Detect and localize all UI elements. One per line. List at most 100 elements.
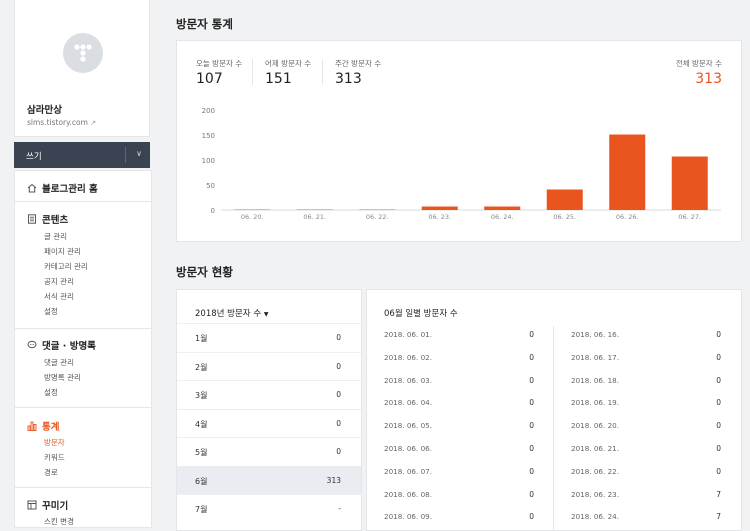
caret-down-icon[interactable]: ▼: [264, 311, 269, 318]
daily-row: 2018. 06. 03. 0: [384, 370, 534, 392]
daily-count: 0: [529, 352, 534, 362]
daily-panel: 06월 일별 방문자 수 2018. 06. 01. 0 2018. 06. 02.…: [366, 289, 742, 531]
write-label[interactable]: 쓰기: [26, 150, 42, 162]
daily-date: 2018. 06. 24.: [571, 512, 620, 522]
x-tick-label: 06. 23.: [428, 213, 451, 221]
daily-row: 2018. 06. 05. 0: [384, 415, 534, 437]
menu-home-label[interactable]: 블로그관리 홈: [42, 181, 98, 195]
x-tick-label: 06. 25.: [553, 213, 576, 221]
daily-date: 2018. 06. 17.: [571, 352, 620, 362]
bar[interactable]: [296, 209, 333, 210]
daily-date: 2018. 06. 03.: [384, 375, 433, 385]
daily-date: 2018. 06. 09.: [384, 512, 433, 522]
month-row[interactable]: 5월 0: [177, 437, 361, 466]
menu-skin-change[interactable]: 스킨 변경: [44, 516, 74, 527]
menu-comments[interactable]: 댓글 · 방명록: [27, 338, 96, 352]
menu-comments-label[interactable]: 댓글 · 방명록: [42, 338, 96, 352]
daily-date: 2018. 06. 18.: [571, 375, 620, 385]
menu-page-manage[interactable]: 페이지 관리: [44, 246, 81, 257]
daily-count: 0: [529, 444, 534, 453]
month-row[interactable]: 6월 313: [177, 465, 361, 495]
bar[interactable]: [234, 209, 271, 210]
month-row[interactable]: 7월 -: [177, 494, 361, 523]
daily-row: 2018. 06. 24. 7: [571, 506, 721, 528]
month-row[interactable]: 2월 0: [177, 351, 361, 381]
chevron-down-icon[interactable]: ∨: [136, 149, 142, 158]
month-label: 3월: [195, 391, 208, 400]
x-tick-label: 06. 20.: [241, 213, 264, 221]
comment-icon: [27, 340, 37, 350]
menu-keywords[interactable]: 키워드: [44, 452, 65, 463]
avatar[interactable]: [63, 33, 103, 73]
sidebar: 삼라만상 slms.tistory.com ↗ 쓰기 ∨ 블로그관리 홈 콘텐츠…: [14, 0, 152, 528]
daily-title: 06월 일별 방문자 수: [384, 309, 458, 319]
menu-content-label[interactable]: 콘텐츠: [42, 212, 68, 226]
blog-name[interactable]: 삼라만상: [27, 102, 62, 116]
daily-date: 2018. 06. 19.: [571, 398, 620, 408]
daily-count: 0: [529, 375, 534, 385]
x-tick-label: 06. 21.: [303, 213, 326, 221]
y-tick-label: 150: [202, 132, 215, 140]
menu-content[interactable]: 콘텐츠: [27, 212, 68, 226]
menu-decorate[interactable]: 꾸미기: [27, 498, 68, 512]
x-tick-label: 06. 24.: [491, 213, 514, 221]
daily-date: 2018. 06. 23.: [571, 489, 620, 499]
daily-row: 2018. 06. 21. 0: [571, 438, 721, 460]
year-dropdown[interactable]: 2018년 방문자 수 ▼: [195, 307, 268, 319]
divider: [15, 487, 151, 488]
menu-guestbook-manage[interactable]: 방명록 관리: [44, 372, 81, 383]
month-row[interactable]: 4월 0: [177, 408, 361, 438]
menu-category-manage[interactable]: 카테고리 관리: [44, 261, 88, 272]
menu-stats-label[interactable]: 통계: [42, 419, 59, 433]
daily-date: 2018. 06. 07.: [384, 466, 433, 476]
write-button[interactable]: 쓰기 ∨: [14, 142, 150, 168]
daily-count: 0: [529, 330, 534, 339]
daily-date: 2018. 06. 04.: [384, 398, 433, 408]
menu-template-manage[interactable]: 서식 관리: [44, 291, 74, 302]
y-tick-label: 0: [211, 207, 215, 215]
bar[interactable]: [359, 209, 396, 210]
home-icon: [27, 183, 37, 193]
menu-referrers[interactable]: 경로: [44, 467, 58, 478]
menu-home[interactable]: 블로그관리 홈: [27, 181, 98, 195]
month-label: 2월: [195, 362, 208, 372]
month-row[interactable]: 3월 0: [177, 380, 361, 409]
year-dropdown-label[interactable]: 2018년 방문자 수: [195, 309, 261, 319]
menu-post-manage[interactable]: 글 관리: [44, 231, 67, 242]
monthly-panel: 2018년 방문자 수 ▼ 1월 0 2월 0 3월 0 4월 0 5월 0 6월 313 7월 -: [176, 289, 362, 531]
section-title: 방문자 현황: [176, 265, 233, 279]
menu-comment-settings[interactable]: 설정: [44, 387, 58, 398]
visitor-stats-panel: 오늘 방문자 수 107 어제 방문자 수 151 주간 방문자 수 313 전…: [176, 40, 742, 242]
menu-decorate-label[interactable]: 꾸미기: [42, 498, 68, 512]
column-divider: [553, 326, 554, 530]
menu-visitors[interactable]: 방문자: [44, 437, 65, 448]
daily-count: 0: [716, 330, 721, 339]
daily-row: 2018. 06. 18. 0: [571, 370, 721, 392]
daily-date: 2018. 06. 01.: [384, 330, 433, 339]
daily-count: 0: [716, 352, 721, 362]
bar[interactable]: [546, 189, 583, 211]
y-tick-label: 50: [206, 182, 215, 190]
profile-card: 삼라만상 slms.tistory.com ↗: [14, 0, 150, 137]
menu-comment-manage[interactable]: 댓글 관리: [44, 357, 74, 368]
daily-count: 0: [529, 398, 534, 408]
divider: [15, 407, 151, 408]
y-tick-label: 100: [202, 157, 215, 165]
bar[interactable]: [671, 156, 708, 211]
visitors-bar-chart: 0 50 100 150 200 06. 20. 06. 21. 06. 22. 06. 23.…: [202, 107, 721, 221]
daily-row: 2018. 06. 22. 0: [571, 461, 721, 483]
blog-url[interactable]: slms.tistory.com: [27, 118, 88, 127]
menu-stats[interactable]: 통계: [27, 419, 59, 433]
bar[interactable]: [609, 134, 646, 211]
menu-content-settings[interactable]: 설정: [44, 306, 58, 317]
bar[interactable]: [484, 206, 521, 211]
divider: [15, 201, 151, 202]
x-tick-label: 06. 22.: [366, 213, 389, 221]
blog-url-link[interactable]: slms.tistory.com ↗: [27, 118, 96, 127]
month-row[interactable]: 1월 0: [177, 323, 361, 352]
menu-notice-manage[interactable]: 공지 관리: [44, 276, 74, 287]
daily-row: 2018. 06. 23. 7: [571, 484, 721, 506]
bar[interactable]: [421, 206, 458, 211]
month-value: -: [338, 504, 341, 513]
tistory-logo-icon: [74, 44, 92, 62]
